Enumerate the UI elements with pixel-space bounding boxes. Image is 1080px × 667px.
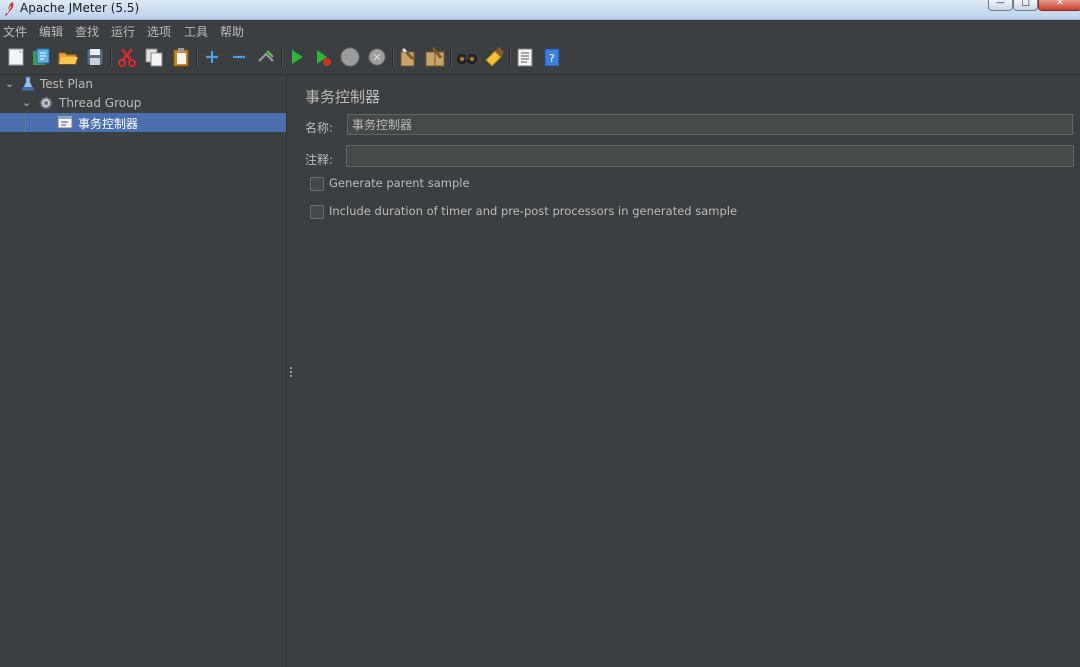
tree-guide-line [25,113,26,132]
tree-node-thread-group[interactable]: ⌄ Thread Group [0,94,286,113]
window-title: Apache JMeter (5.5) [20,1,140,15]
shutdown-icon[interactable] [366,46,388,68]
name-field[interactable] [347,114,1073,135]
close-button[interactable]: ✕ [1038,0,1080,11]
jmeter-feather-icon [3,1,17,17]
templates-icon[interactable] [30,46,52,68]
toolbar-separator [392,48,394,66]
tree-label: Thread Group [59,96,142,110]
expand-icon[interactable] [201,46,223,68]
stop-icon[interactable] [339,46,361,68]
minimize-icon: — [996,0,1005,8]
toolbar-separator [450,48,452,66]
thread-group-icon [38,95,54,111]
name-label: 名称: [305,121,334,135]
page-title: 事务控制器 [305,88,381,106]
reset-search-icon[interactable] [483,46,505,68]
menu-tools[interactable]: 工具 [184,23,208,40]
test-plan-icon [20,76,36,92]
checkbox-label: Include duration of timer and pre-post p… [329,204,738,218]
search-icon[interactable] [456,46,478,68]
collapse-icon[interactable] [228,46,250,68]
clear-all-icon[interactable] [424,46,446,68]
toolbar-separator [196,48,198,66]
transaction-controller-icon [57,114,73,130]
toolbar: ? [0,41,1080,75]
close-icon: ✕ [1056,0,1064,8]
new-icon[interactable] [5,46,27,68]
menu-bar: 文件 编辑 查找 运行 选项 工具 帮助 [0,20,1080,41]
save-icon[interactable] [84,46,106,68]
tree-label: Test Plan [40,77,93,91]
menu-help[interactable]: 帮助 [220,23,244,40]
menu-options[interactable]: 选项 [147,23,171,40]
copy-icon[interactable] [143,46,165,68]
menu-run[interactable]: 运行 [111,23,135,40]
title-bar: Apache JMeter (5.5) — □ ✕ [0,0,1080,20]
svg-text:?: ? [549,52,555,65]
comment-field[interactable] [346,145,1074,167]
toolbar-separator [509,48,511,66]
help-icon[interactable]: ? [541,46,563,68]
minimize-button[interactable]: — [988,0,1013,11]
checkbox-label: Generate parent sample [329,176,470,190]
tree-label: 事务控制器 [78,117,139,131]
toolbar-separator [281,48,283,66]
start-no-pauses-icon[interactable] [312,46,334,68]
function-helper-icon[interactable] [514,46,536,68]
tree-node-transaction-controller[interactable]: 事务控制器 [0,113,286,132]
menu-file[interactable]: 文件 [3,23,27,40]
cut-icon[interactable] [116,46,138,68]
chevron-down-icon[interactable]: ⌄ [22,96,31,109]
menu-edit[interactable]: 编辑 [39,23,63,40]
controller-editor-panel: 事务控制器 名称: 注释: Generate parent sample Inc… [295,75,1080,667]
menu-search[interactable]: 查找 [75,23,99,40]
paste-icon[interactable] [170,46,192,68]
maximize-button[interactable]: □ [1013,0,1038,11]
open-icon[interactable] [57,46,79,68]
tree-node-test-plan[interactable]: ⌄ Test Plan [0,75,286,94]
comment-label: 注释: [305,153,334,167]
toggle-icon[interactable] [255,46,277,68]
maximize-icon: □ [1021,0,1030,8]
chevron-down-icon[interactable]: ⌄ [5,77,14,90]
checkbox-box[interactable] [310,177,324,191]
checkbox-box[interactable] [310,205,324,219]
start-icon[interactable] [286,46,308,68]
splitter-grip-icon[interactable] [289,367,292,379]
clear-icon[interactable] [397,46,419,68]
toolbar-separator [110,48,112,66]
test-plan-tree: ⌄ Test Plan ⌄ Thread Group 事务控制器 [0,75,286,667]
